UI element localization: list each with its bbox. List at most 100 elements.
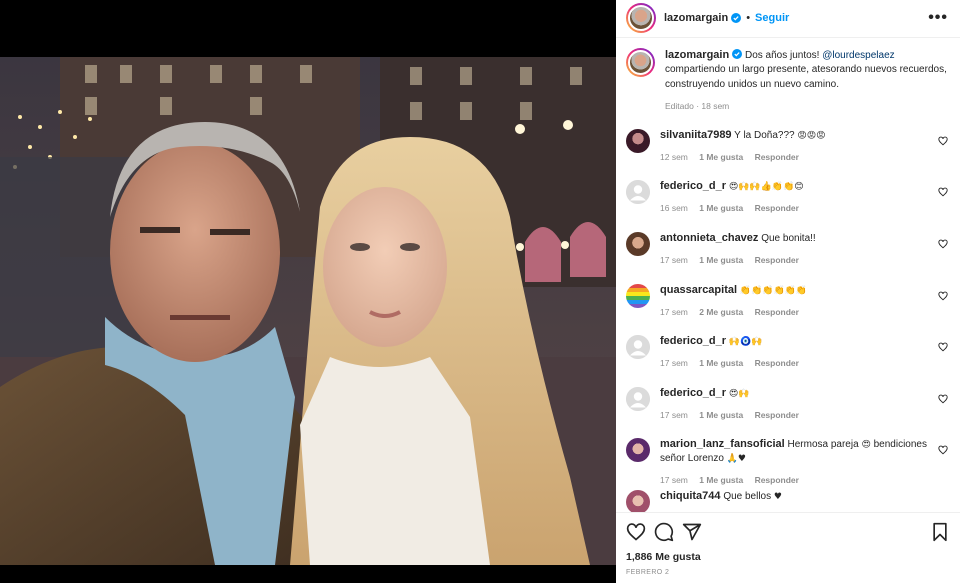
heart-icon[interactable] bbox=[626, 522, 646, 542]
comment-meta: 17 sem 1 Me gusta Responder bbox=[660, 356, 928, 370]
bookmark-icon[interactable] bbox=[930, 522, 950, 542]
comment-body: quassarcapital 👏👏👏👏👏👏 17 sem 2 Me gusta … bbox=[660, 283, 950, 335]
caption-mention-link[interactable]: @lourdespelaez bbox=[822, 50, 894, 61]
commenter-username[interactable]: federico_d_r bbox=[660, 180, 726, 192]
comment-body: marion_lanz_fansoficial Hermosa pareja 😍… bbox=[660, 437, 950, 489]
comment-emoji-2: 🙏♥ bbox=[726, 454, 746, 465]
comment-age[interactable]: 17 sem bbox=[660, 410, 688, 420]
comment-emoji: ♥ bbox=[773, 491, 782, 502]
comment-item: marion_lanz_fansoficial Hermosa pareja 😍… bbox=[626, 437, 950, 489]
default-avatar-icon bbox=[626, 180, 650, 205]
comment-emoji: 😍🙌 bbox=[728, 388, 750, 399]
commenter-username[interactable]: marion_lanz_fansoficial bbox=[660, 438, 785, 450]
reply-button[interactable]: Responder bbox=[755, 152, 799, 162]
more-options-icon[interactable]: ••• bbox=[928, 9, 948, 27]
comment-text: Hermosa pareja bbox=[787, 439, 859, 451]
caption-text: lazomargain Dos años juntos! @lourdespel… bbox=[665, 48, 950, 114]
author-username[interactable]: lazomargain bbox=[664, 12, 728, 24]
comment-body: chiquita744 Que bellos ♥ bbox=[660, 489, 950, 512]
comment-likes[interactable]: 1 Me gusta bbox=[699, 152, 743, 162]
commenter-avatar[interactable] bbox=[626, 438, 650, 463]
comment-item: federico_d_r 😍🙌🙌👍👏👏😊 16 sem 1 Me gusta R… bbox=[626, 179, 950, 231]
commenter-avatar[interactable] bbox=[626, 128, 650, 153]
comment-emoji: 🙌🧿🙌 bbox=[728, 337, 763, 348]
photo-pane bbox=[0, 0, 616, 583]
post-date[interactable]: FEBRERO 2 bbox=[626, 569, 950, 576]
comment-meta: 16 sem 1 Me gusta Responder bbox=[660, 201, 928, 215]
reply-button[interactable]: Responder bbox=[755, 255, 799, 265]
post-photo[interactable] bbox=[0, 57, 616, 565]
author-avatar[interactable] bbox=[626, 3, 656, 34]
verified-badge-icon bbox=[731, 13, 742, 24]
comment-like-icon[interactable] bbox=[938, 394, 948, 404]
comment-like-icon[interactable] bbox=[938, 342, 948, 352]
commenter-avatar[interactable] bbox=[626, 489, 650, 512]
comment-likes[interactable]: 1 Me gusta bbox=[699, 358, 743, 368]
comment-icon[interactable] bbox=[654, 522, 674, 542]
commenter-avatar[interactable] bbox=[626, 386, 650, 411]
comment-age[interactable]: 17 sem bbox=[660, 255, 688, 265]
comment-age[interactable]: 17 sem bbox=[660, 307, 688, 317]
comment-age[interactable]: 17 sem bbox=[660, 358, 688, 368]
comment-meta: 17 sem 2 Me gusta Responder bbox=[660, 305, 928, 319]
reply-button[interactable]: Responder bbox=[755, 410, 799, 420]
comment-like-icon[interactable] bbox=[938, 239, 948, 249]
comment-text: Que bonita!! bbox=[761, 232, 816, 244]
reply-button[interactable]: Responder bbox=[755, 307, 799, 317]
comment-emoji: 👏👏👏👏👏👏 bbox=[739, 285, 808, 296]
post-photo-illustration bbox=[0, 57, 616, 565]
comment-container: silvaniita7989 Y la Doña??? 😡😡😡 12 sem 1… bbox=[626, 128, 950, 512]
comment-age[interactable]: 12 sem bbox=[660, 152, 688, 162]
commenter-avatar[interactable] bbox=[626, 231, 650, 256]
comment-like-icon[interactable] bbox=[938, 445, 948, 455]
comment-item: silvaniita7989 Y la Doña??? 😡😡😡 12 sem 1… bbox=[626, 128, 950, 180]
comment-body: federico_d_r 😍🙌🙌👍👏👏😊 16 sem 1 Me gusta R… bbox=[660, 179, 950, 231]
share-icon[interactable] bbox=[682, 522, 702, 542]
comment-like-icon[interactable] bbox=[938, 187, 948, 197]
commenter-avatar[interactable] bbox=[626, 283, 650, 308]
commenter-username[interactable]: silvaniita7989 bbox=[660, 129, 732, 141]
comment-likes[interactable]: 1 Me gusta bbox=[699, 255, 743, 265]
info-pane: lazomargain • Seguir ••• lazomargain Dos… bbox=[616, 0, 960, 583]
caption-meta: Editado · 18 sem bbox=[665, 101, 730, 112]
comment-item: chiquita744 Que bellos ♥ bbox=[626, 489, 950, 512]
caption-author-avatar[interactable] bbox=[626, 47, 655, 77]
action-row bbox=[626, 521, 950, 543]
commenter-username[interactable]: federico_d_r bbox=[660, 387, 726, 399]
default-avatar-icon bbox=[626, 335, 650, 360]
post-header: lazomargain • Seguir ••• bbox=[616, 0, 960, 38]
comment-likes[interactable]: 1 Me gusta bbox=[699, 475, 743, 485]
comment-likes[interactable]: 1 Me gusta bbox=[699, 410, 743, 420]
comment-age[interactable]: 16 sem bbox=[660, 203, 688, 213]
comment-body: silvaniita7989 Y la Doña??? 😡😡😡 12 sem 1… bbox=[660, 128, 950, 180]
comment-item: quassarcapital 👏👏👏👏👏👏 17 sem 2 Me gusta … bbox=[626, 283, 950, 335]
commenter-username[interactable]: federico_d_r bbox=[660, 335, 726, 347]
commenter-username[interactable]: antonnieta_chavez bbox=[660, 232, 758, 244]
verified-badge-icon bbox=[732, 48, 743, 59]
separator-dot: • bbox=[746, 12, 751, 25]
reply-button[interactable]: Responder bbox=[755, 358, 799, 368]
commenter-username[interactable]: chiquita744 bbox=[660, 490, 721, 502]
instagram-post-modal: lazomargain • Seguir ••• lazomargain Dos… bbox=[0, 0, 960, 583]
comment-like-icon[interactable] bbox=[938, 291, 948, 301]
comment-like-icon[interactable] bbox=[938, 136, 948, 146]
commenter-avatar[interactable] bbox=[626, 180, 650, 205]
comment-text: Que bellos bbox=[723, 490, 772, 502]
comment-item: federico_d_r 🙌🧿🙌 17 sem 1 Me gusta Respo… bbox=[626, 334, 950, 386]
comment-meta: 17 sem 1 Me gusta Responder bbox=[660, 473, 928, 487]
likes-count[interactable]: 1,886 Me gusta bbox=[626, 551, 950, 563]
commenter-avatar[interactable] bbox=[626, 335, 650, 360]
comment-likes[interactable]: 2 Me gusta bbox=[699, 307, 743, 317]
caption-username[interactable]: lazomargain bbox=[665, 49, 729, 61]
comment-text: Y la Doña??? bbox=[734, 129, 795, 141]
reply-button[interactable]: Responder bbox=[755, 475, 799, 485]
commenter-username[interactable]: quassarcapital bbox=[660, 284, 737, 296]
comment-age[interactable]: 17 sem bbox=[660, 475, 688, 485]
follow-button[interactable]: Seguir bbox=[755, 12, 789, 24]
reply-button[interactable]: Responder bbox=[755, 203, 799, 213]
comment-body: federico_d_r 🙌🧿🙌 17 sem 1 Me gusta Respo… bbox=[660, 334, 950, 386]
post-caption: lazomargain Dos años juntos! @lourdespel… bbox=[626, 47, 950, 114]
comments-list[interactable]: lazomargain Dos años juntos! @lourdespel… bbox=[616, 38, 960, 512]
comment-likes[interactable]: 1 Me gusta bbox=[699, 203, 743, 213]
caption-text-after: compartiendo un largo presente, atesoran… bbox=[665, 64, 947, 90]
